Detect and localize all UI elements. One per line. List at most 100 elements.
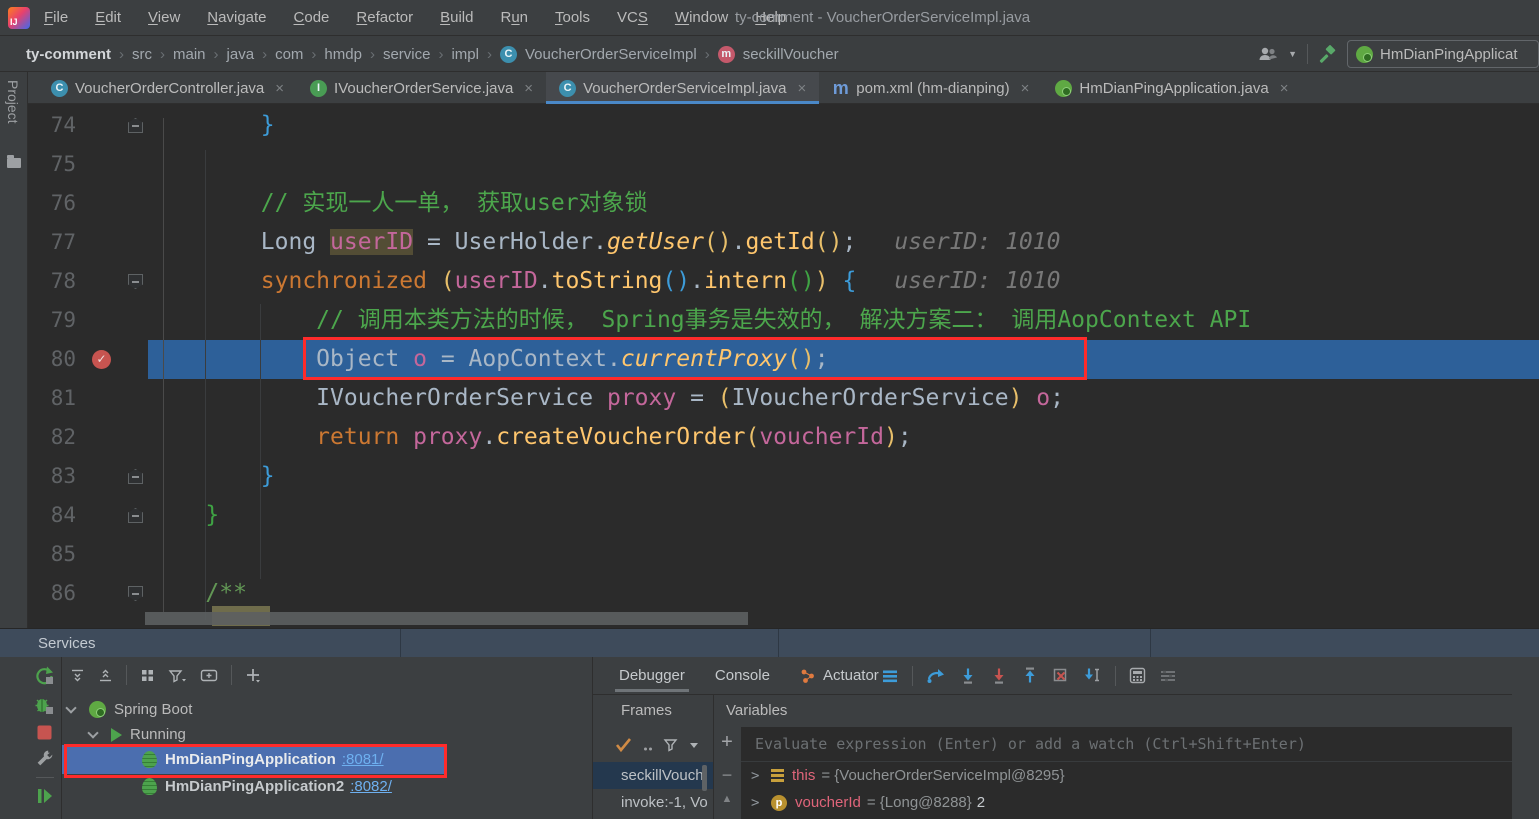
tab-pom-xml-hm-dianping-[interactable]: mpom.xml (hm-dianping)× [819, 72, 1042, 104]
menu-run[interactable]: Run [500, 9, 528, 26]
build-hammer-icon[interactable] [1318, 45, 1337, 64]
breadcrumb-item-impl[interactable]: impl [451, 46, 479, 63]
code-line-82[interactable]: 82 return proxy.createVoucherOrder(vouch… [28, 418, 1539, 457]
menu-navigate[interactable]: Navigate [207, 9, 266, 26]
line-number[interactable]: 80 [30, 340, 76, 379]
debugger-tab-console[interactable]: Console [715, 657, 770, 694]
chevron-down-icon[interactable] [87, 727, 98, 738]
code-line-81[interactable]: 81 IVoucherOrderService proxy = (IVouche… [28, 379, 1539, 418]
chevron-right-icon[interactable]: > [751, 795, 771, 811]
debug-menu-icon[interactable] [881, 667, 899, 685]
menu-edit[interactable]: Edit [95, 9, 121, 26]
debugger-tab-actuator[interactable]: Actuator [800, 657, 879, 694]
line-number[interactable]: 84 [30, 496, 76, 535]
tab-close-icon[interactable]: × [1280, 80, 1289, 97]
menu-code[interactable]: Code [294, 9, 330, 26]
line-number[interactable]: 76 [30, 184, 76, 223]
fold-marker[interactable] [128, 118, 143, 133]
code-line-85[interactable]: 85 [28, 535, 1539, 574]
project-tool-button[interactable]: Project [5, 80, 21, 124]
filter-dd-icon[interactable] [168, 668, 187, 683]
line-number[interactable]: 74 [30, 106, 76, 145]
breadcrumb-item-main[interactable]: main [173, 46, 206, 63]
tab-voucherordercontroller-java[interactable]: CVoucherOrderController.java× [38, 72, 297, 104]
force-step-into-icon[interactable] [990, 666, 1008, 685]
expand-all-icon[interactable] [70, 668, 85, 683]
chevron-right-icon[interactable]: > [751, 768, 771, 784]
code-editor[interactable]: 74 }7576 // 实现一人一单， 获取user对象锁77 Long use… [28, 104, 1539, 628]
line-number[interactable]: 83 [30, 457, 76, 496]
scroll-up-icon[interactable]: ▲ [713, 793, 741, 805]
menu-file[interactable]: File [44, 9, 68, 26]
menu-view[interactable]: View [148, 9, 180, 26]
more-dots-icon[interactable] [643, 738, 653, 752]
line-number[interactable]: 79 [30, 301, 76, 340]
menu-vcs[interactable]: VCS [617, 9, 648, 26]
breadcrumb-item-java[interactable]: java [227, 46, 255, 63]
variable-row-this[interactable]: >this= {VoucherOrderServiceImpl@8295} [741, 762, 1512, 789]
fold-marker[interactable] [128, 508, 143, 523]
line-number[interactable]: 82 [30, 418, 76, 457]
code-line-76[interactable]: 76 // 实现一人一单， 获取user对象锁 [28, 184, 1539, 223]
variable-row-voucherId[interactable]: >pvoucherId= {Long@8288}2 [741, 789, 1512, 816]
debugger-tab-debugger[interactable]: Debugger [619, 657, 685, 694]
add-watch-icon[interactable]: + [713, 731, 741, 754]
code-line-75[interactable]: 75 [28, 145, 1539, 184]
dropdown-icon[interactable] [688, 739, 700, 751]
tab-ivoucherorderservice-java[interactable]: IIVoucherOrderService.java× [297, 72, 546, 104]
group-by-icon[interactable] [140, 668, 155, 683]
tab-close-icon[interactable]: × [524, 80, 533, 97]
line-number[interactable]: 85 [30, 535, 76, 574]
drop-frame-icon[interactable] [1052, 667, 1070, 685]
breadcrumb-item-ty-comment[interactable]: ty-comment [26, 46, 111, 63]
breadcrumb-item-hmdp[interactable]: hmdp [324, 46, 362, 63]
breakpoint-icon[interactable]: ✓ [92, 350, 111, 369]
fold-marker[interactable] [128, 274, 143, 289]
rerun-icon[interactable] [34, 665, 55, 686]
users-dropdown-icon[interactable]: ▼ [1288, 49, 1297, 59]
step-over-icon[interactable] [926, 666, 946, 685]
menu-refactor[interactable]: Refactor [356, 9, 413, 26]
run-configuration-combo[interactable]: HmDianPingApplicat [1347, 40, 1539, 68]
step-into-icon[interactable] [959, 666, 977, 685]
evaluate-expression-input[interactable]: Evaluate expression (Enter) or add a wat… [741, 727, 1512, 762]
collapse-all-icon[interactable] [98, 668, 113, 683]
line-number[interactable]: 77 [30, 223, 76, 262]
layout-settings-icon[interactable] [1159, 668, 1177, 684]
services-tree-row-spring-boot[interactable]: Spring Boot [0, 697, 618, 722]
fold-marker[interactable] [128, 586, 143, 601]
threads-check-icon[interactable] [615, 737, 633, 753]
service-port-link[interactable]: :8082/ [350, 778, 392, 795]
breadcrumb-item-com[interactable]: com [275, 46, 303, 63]
frame-row[interactable]: seckillVouch [593, 762, 713, 789]
tab-close-icon[interactable]: × [275, 80, 284, 97]
remove-watch-icon[interactable]: − [713, 765, 741, 786]
code-line-74[interactable]: 74 } [28, 106, 1539, 145]
code-line-77[interactable]: 77 Long userID = UserHolder.getUser().ge… [28, 223, 1539, 262]
line-number[interactable]: 78 [30, 262, 76, 301]
users-icon[interactable] [1256, 45, 1278, 63]
services-tool-window-header[interactable]: Services [0, 628, 1539, 657]
editor-hscrollbar-thumb[interactable] [145, 612, 748, 625]
add-service-frame-icon[interactable] [200, 668, 218, 683]
code-line-84[interactable]: 84 } [28, 496, 1539, 535]
menu-window[interactable]: Window [675, 9, 728, 26]
fold-marker[interactable] [128, 469, 143, 484]
add-icon[interactable] [245, 667, 261, 683]
line-number[interactable]: 81 [30, 379, 76, 418]
code-line-78[interactable]: 78 synchronized (userID.toString().inter… [28, 262, 1539, 301]
line-number[interactable]: 86 [30, 574, 76, 613]
tab-close-icon[interactable]: × [798, 80, 807, 97]
menu-build[interactable]: Build [440, 9, 473, 26]
frame-row[interactable]: invoke:-1, Vo [593, 789, 713, 816]
code-line-79[interactable]: 79 // 调用本类方法的时候， Spring事务是失效的， 解决方案二： 调用… [28, 301, 1539, 340]
code-line-83[interactable]: 83 } [28, 457, 1539, 496]
line-number[interactable]: 75 [30, 145, 76, 184]
run-to-cursor-icon[interactable] [1083, 666, 1102, 685]
step-out-icon[interactable] [1021, 666, 1039, 685]
tab-voucherorderserviceimpl-java[interactable]: CVoucherOrderServiceImpl.java× [546, 72, 819, 104]
tab-hmdianpingapplication-java[interactable]: HmDianPingApplication.java× [1042, 72, 1301, 104]
filter-icon[interactable] [663, 737, 678, 752]
tab-close-icon[interactable]: × [1021, 80, 1030, 97]
chevron-down-icon[interactable] [65, 702, 76, 713]
